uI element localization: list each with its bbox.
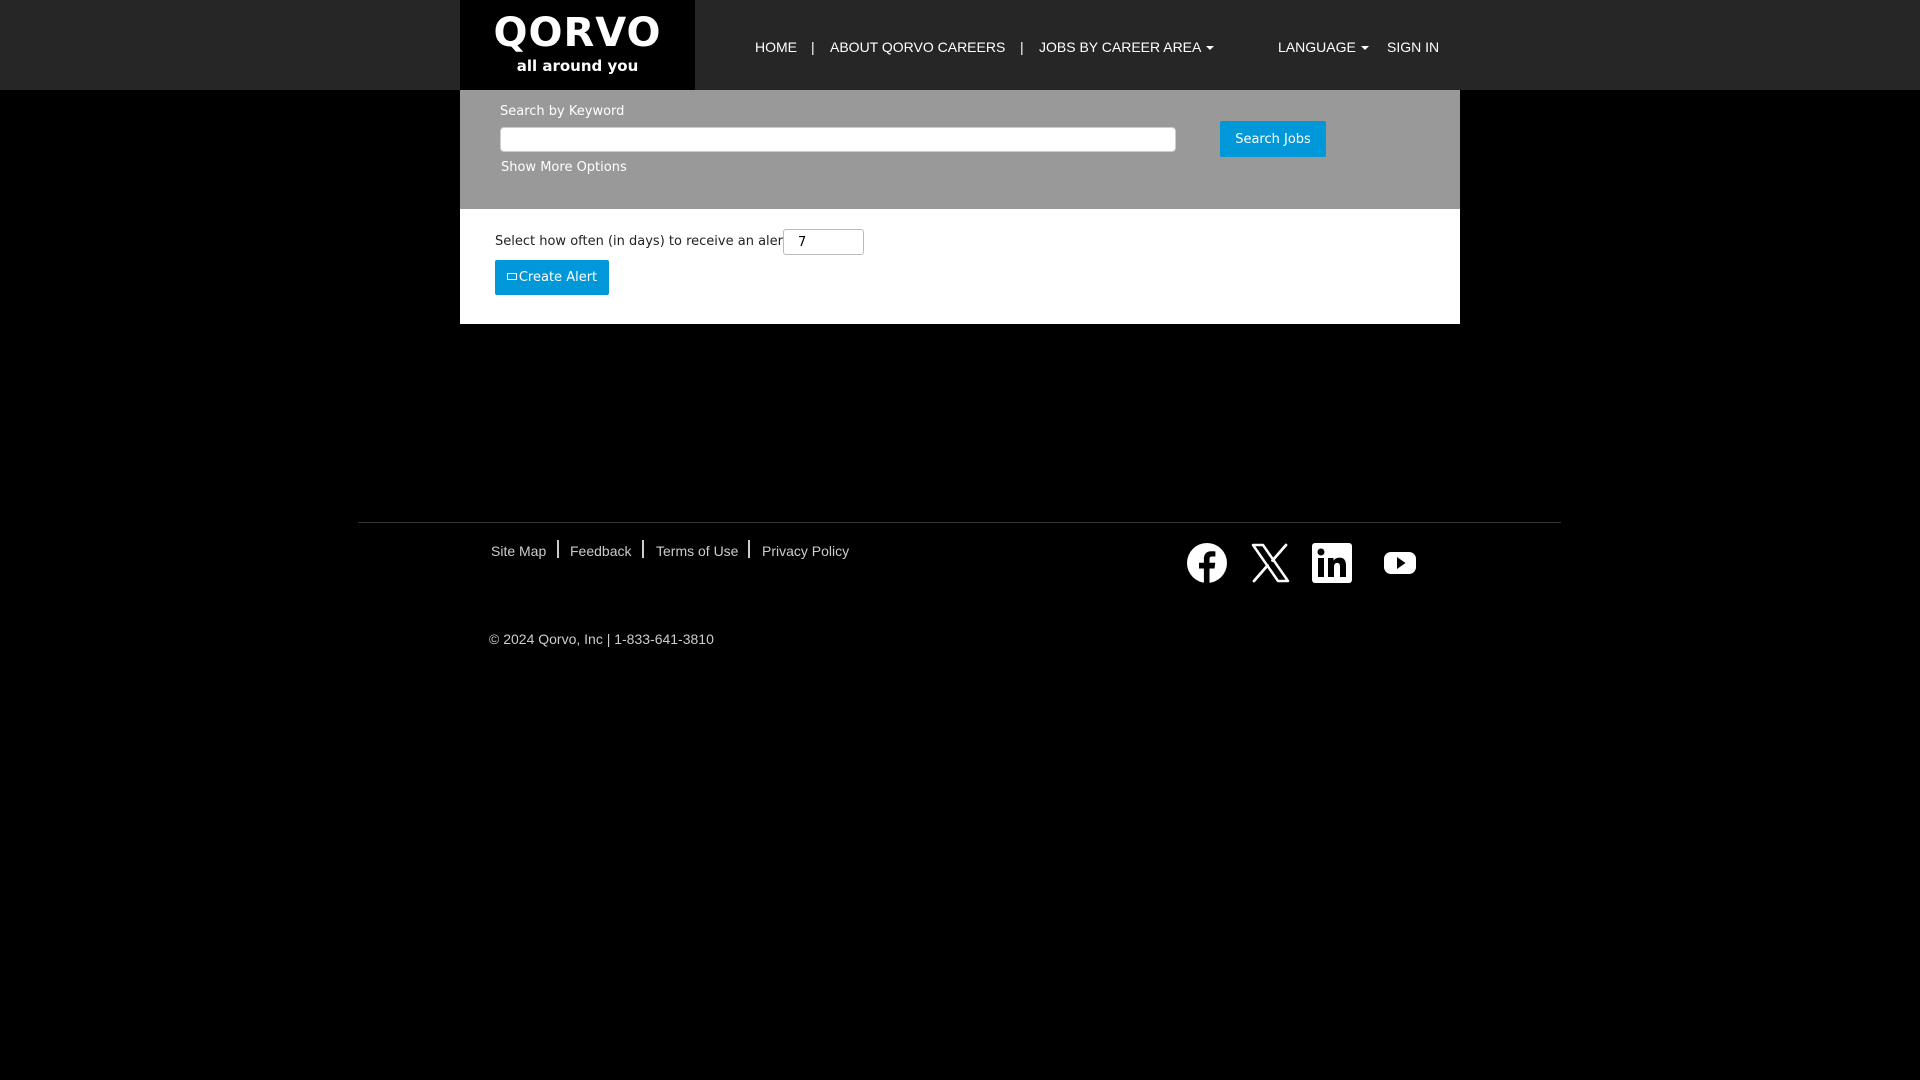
- nav-home[interactable]: HOME: [755, 38, 797, 56]
- search-keyword-label: Search by Keyword: [500, 104, 625, 119]
- nav-separator: |: [811, 39, 815, 55]
- nav-separator: |: [1020, 39, 1024, 55]
- footer-separator: [748, 540, 750, 558]
- logo-wordmark: QORVO: [493, 10, 662, 56]
- search-jobs-button[interactable]: Search Jobs: [1220, 121, 1326, 157]
- job-alert-panel: Select how often (in days) to receive an…: [460, 209, 1460, 324]
- create-alert-label: Create Alert: [518, 270, 598, 285]
- caret-down-icon: [1206, 46, 1215, 51]
- linkedin-icon[interactable]: [1310, 541, 1354, 585]
- copyright-text: © 2024 Qorvo, Inc | 1-833-641-3810: [489, 631, 714, 647]
- footer-divider: [358, 522, 1561, 523]
- nav-language-label: LANGUAGE: [1278, 39, 1356, 55]
- qorvo-logo[interactable]: QORVO all around you: [460, 0, 695, 90]
- footer-link-feedback[interactable]: Feedback: [570, 543, 631, 560]
- nav-jobs-by-career-area[interactable]: JOBS BY CAREER AREA: [1039, 38, 1215, 56]
- footer-separator: [557, 540, 559, 558]
- youtube-icon[interactable]: [1378, 541, 1422, 585]
- nav-about-careers[interactable]: ABOUT QORVO CAREERS: [830, 38, 1005, 56]
- keyword-search-input[interactable]: [500, 127, 1176, 152]
- alert-frequency-label: Select how often (in days) to receive an…: [495, 234, 793, 249]
- footer-link-terms-of-use[interactable]: Terms of Use: [656, 543, 738, 560]
- site-header: QORVO all around you HOME | ABOUT QORVO …: [0, 0, 1920, 90]
- facebook-icon[interactable]: [1185, 541, 1229, 585]
- alert-frequency-input[interactable]: [783, 229, 864, 255]
- x-icon[interactable]: [1248, 541, 1292, 585]
- nav-language[interactable]: LANGUAGE: [1278, 38, 1369, 56]
- caret-down-icon: [1360, 46, 1369, 51]
- nav-sign-in[interactable]: SIGN IN: [1387, 38, 1439, 56]
- footer-link-privacy-policy[interactable]: Privacy Policy: [762, 543, 849, 560]
- nav-jobs-label: JOBS BY CAREER AREA: [1039, 39, 1202, 55]
- footer-link-site-map[interactable]: Site Map: [491, 543, 546, 560]
- footer-separator: [642, 540, 644, 558]
- envelope-icon: [506, 273, 517, 280]
- create-alert-button[interactable]: Create Alert: [495, 260, 609, 295]
- logo-tagline: all around you: [516, 57, 639, 75]
- show-more-options-link[interactable]: Show More Options: [501, 159, 627, 176]
- search-panel: Search by Keyword Show More Options Sear…: [460, 90, 1460, 209]
